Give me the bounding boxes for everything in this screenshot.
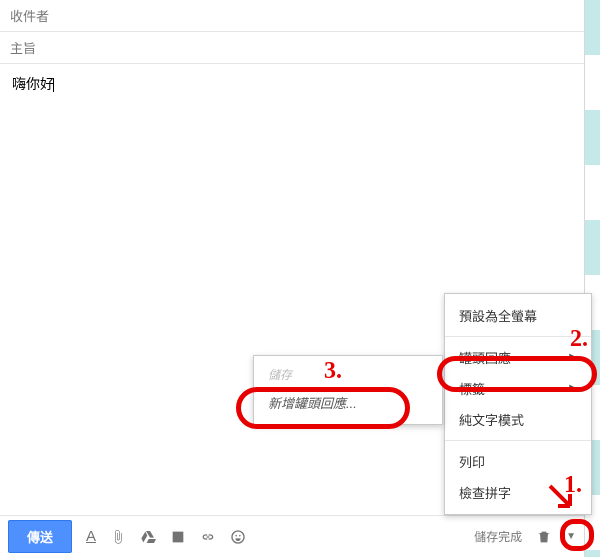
menu-labels[interactable]: 標籤 ▶ bbox=[445, 373, 591, 404]
submenu-new-canned[interactable]: 新增罐頭回應... bbox=[254, 387, 442, 418]
submenu-section-header: 儲存 bbox=[254, 362, 442, 387]
menu-separator bbox=[445, 440, 591, 441]
menu-print-label: 列印 bbox=[459, 452, 485, 471]
link-icon[interactable] bbox=[200, 529, 216, 545]
menu-fullscreen-label: 預設為全螢幕 bbox=[459, 306, 537, 325]
menu-fullscreen[interactable]: 預設為全螢幕 bbox=[445, 300, 591, 331]
menu-canned-responses[interactable]: 罐頭回應 ▶ bbox=[445, 342, 591, 373]
emoji-icon[interactable] bbox=[230, 529, 246, 545]
more-options-menu: 預設為全螢幕 罐頭回應 ▶ 標籤 ▶ 純文字模式 列印 檢查拼字 bbox=[444, 293, 592, 515]
menu-separator bbox=[445, 336, 591, 337]
menu-print[interactable]: 列印 bbox=[445, 446, 591, 477]
body-text: 嗨你好 bbox=[12, 76, 54, 92]
font-format-icon[interactable]: A bbox=[86, 528, 96, 545]
canned-response-submenu: 儲存 新增罐頭回應... bbox=[253, 355, 443, 425]
recipients-field[interactable]: 收件者 bbox=[0, 0, 584, 32]
drive-icon[interactable] bbox=[140, 529, 156, 545]
menu-spellcheck[interactable]: 檢查拼字 bbox=[445, 477, 591, 508]
more-options-button[interactable]: ▼ bbox=[566, 531, 576, 542]
menu-plaintext[interactable]: 純文字模式 bbox=[445, 404, 591, 435]
menu-labels-label: 標籤 bbox=[459, 379, 485, 398]
attach-icon[interactable] bbox=[110, 529, 126, 545]
subject-field[interactable]: 主旨 bbox=[0, 32, 584, 64]
photo-icon[interactable] bbox=[170, 529, 186, 545]
save-status: 儲存完成 bbox=[474, 528, 522, 545]
menu-spell-label: 檢查拼字 bbox=[459, 483, 511, 502]
compose-toolbar: 傳送 A 儲存完成 ▼ bbox=[0, 515, 584, 557]
text-caret bbox=[53, 78, 54, 92]
send-button[interactable]: 傳送 bbox=[8, 520, 72, 553]
submenu-arrow-icon: ▶ bbox=[569, 383, 577, 394]
trash-icon[interactable] bbox=[536, 529, 552, 545]
menu-canned-label: 罐頭回應 bbox=[459, 348, 511, 367]
submenu-arrow-icon: ▶ bbox=[569, 352, 577, 363]
menu-plaintext-label: 純文字模式 bbox=[459, 410, 524, 429]
